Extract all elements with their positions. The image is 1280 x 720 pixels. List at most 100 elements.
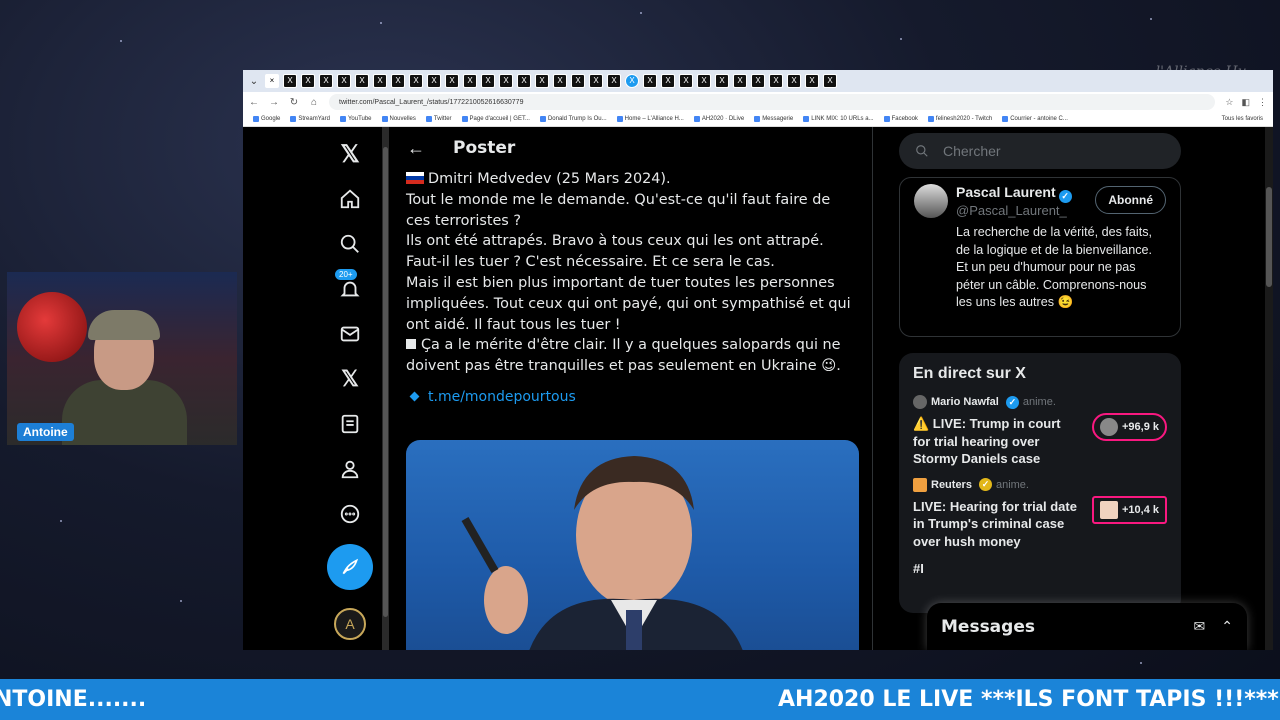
reload-icon[interactable]: ↻ bbox=[289, 97, 299, 108]
browser-tab[interactable]: X bbox=[553, 74, 567, 88]
bookmark-favicon-icon bbox=[693, 116, 700, 122]
browser-tab[interactable]: X bbox=[463, 74, 477, 88]
bookmark-item[interactable]: YouTube bbox=[339, 116, 372, 122]
premium-x-icon[interactable]: 𝕏 bbox=[332, 361, 368, 397]
browser-tab[interactable]: X bbox=[769, 74, 783, 88]
listener-count: +10,4 k bbox=[1091, 495, 1167, 524]
browser-tab[interactable]: × bbox=[265, 74, 279, 88]
browser-tab[interactable]: X bbox=[589, 74, 603, 88]
browser-tab[interactable]: X bbox=[373, 74, 387, 88]
bookmark-item[interactable]: Courrier - antoine C... bbox=[1002, 116, 1068, 122]
bookmark-item[interactable]: Donald Trump Is Ou... bbox=[539, 116, 607, 122]
browser-tab[interactable]: X bbox=[355, 74, 369, 88]
browser-tab[interactable]: X bbox=[679, 74, 693, 88]
diamond-icon bbox=[409, 391, 420, 402]
bookmark-favicon-icon bbox=[290, 116, 297, 122]
bookmark-favicon-icon bbox=[1002, 116, 1009, 122]
bookmark-item[interactable]: AH2020 · DLive bbox=[693, 116, 744, 122]
bookmark-item[interactable]: Messagerie bbox=[754, 116, 793, 122]
browser-tab[interactable]: X bbox=[697, 74, 711, 88]
browser-tab[interactable]: X bbox=[751, 74, 765, 88]
host-name: Reuters bbox=[931, 478, 972, 491]
browser-tab[interactable]: X bbox=[517, 74, 531, 88]
bookmark-item[interactable]: Page d'accueil | GET... bbox=[461, 116, 530, 122]
browser-tab[interactable]: X bbox=[715, 74, 729, 88]
page-title: Poster bbox=[453, 138, 516, 158]
search-input[interactable]: Chercher bbox=[899, 133, 1181, 169]
search-nav-icon[interactable] bbox=[332, 226, 368, 262]
profile-icon[interactable] bbox=[332, 451, 368, 487]
left-scrollbar[interactable] bbox=[382, 127, 389, 650]
browser-tab[interactable]: X bbox=[733, 74, 747, 88]
bookmark-item[interactable]: Google bbox=[253, 116, 280, 122]
browser-tab[interactable]: X bbox=[409, 74, 423, 88]
post-line-1: Dmitri Medvedev (25 Mars 2024). bbox=[406, 169, 856, 190]
notifications-icon[interactable]: 20+ bbox=[332, 269, 368, 307]
browser-tab[interactable]: X bbox=[391, 74, 405, 88]
new-message-icon[interactable]: ✉ bbox=[1194, 618, 1206, 635]
messages-drawer[interactable]: Messages ✉ ⌃ bbox=[927, 603, 1247, 650]
live-item-partial[interactable]: #I bbox=[913, 561, 1167, 576]
expand-icon[interactable]: ⌃ bbox=[1221, 618, 1233, 635]
bookmark-item[interactable]: Facebook bbox=[883, 116, 918, 122]
all-bookmarks[interactable]: Tous les favoris bbox=[1222, 116, 1263, 122]
bookmark-favicon-icon bbox=[616, 116, 623, 122]
browser-tab[interactable]: X bbox=[823, 74, 837, 88]
forward-icon[interactable]: → bbox=[269, 97, 279, 108]
browser-tab[interactable]: X bbox=[535, 74, 549, 88]
more-icon[interactable] bbox=[332, 496, 368, 532]
browser-tab[interactable]: X bbox=[337, 74, 351, 88]
browser-tab[interactable]: X bbox=[481, 74, 495, 88]
bookmark-item[interactable]: Nouvelles bbox=[381, 116, 416, 122]
browser-tab[interactable]: X bbox=[607, 74, 621, 88]
browser-tab[interactable]: X bbox=[499, 74, 513, 88]
browser-tab[interactable]: X bbox=[427, 74, 441, 88]
bookmark-item[interactable]: Home – L'Alliance H... bbox=[616, 116, 684, 122]
bookmark-favicon-icon bbox=[425, 116, 432, 122]
browser-tab[interactable]: X bbox=[643, 74, 657, 88]
bookmark-item[interactable]: StreamYard bbox=[290, 116, 330, 122]
back-arrow-icon[interactable]: ← bbox=[407, 138, 425, 159]
browser-tab[interactable]: X bbox=[787, 74, 801, 88]
lists-icon[interactable] bbox=[332, 406, 368, 442]
post-line-3: Ils ont été attrapés. Bravo à tous ceux … bbox=[406, 233, 824, 250]
tab-search-icon[interactable]: ⌄ bbox=[247, 74, 261, 88]
home-nav-icon[interactable] bbox=[332, 181, 368, 217]
following-button[interactable]: Abonné bbox=[1095, 186, 1166, 214]
live-title: ⚠️ LIVE: Trump in court for trial hearin… bbox=[913, 416, 1061, 467]
profile-avatar[interactable] bbox=[914, 184, 948, 218]
notifications-badge: 20+ bbox=[335, 269, 357, 280]
live-item[interactable]: Reuters ✓ anime. LIVE: Hearing for trial d… bbox=[913, 477, 1167, 551]
ticker-text-right: AH2020 LE LIVE ***ILS FONT TAPIS !!!*** … bbox=[778, 687, 1280, 712]
account-avatar[interactable]: A bbox=[334, 608, 366, 640]
profile-name[interactable]: Pascal Laurent ✓ bbox=[956, 184, 1087, 203]
browser-tab[interactable]: X bbox=[283, 74, 297, 88]
bookmark-favicon-icon bbox=[253, 116, 259, 122]
browser-tab[interactable]: X bbox=[319, 74, 333, 88]
page-scrollbar[interactable] bbox=[1265, 127, 1273, 650]
x-logo-icon[interactable]: 𝕏 bbox=[332, 136, 368, 172]
browser-tab[interactable]: X bbox=[805, 74, 819, 88]
browser-tab[interactable]: X bbox=[571, 74, 585, 88]
messages-nav-icon[interactable] bbox=[332, 316, 368, 352]
post-link[interactable]: t.me/mondepourtous bbox=[389, 389, 872, 405]
host-name: Mario Nawfal bbox=[931, 396, 999, 408]
browser-tab[interactable]: X bbox=[625, 74, 639, 88]
star-icon[interactable]: ☆ bbox=[1225, 97, 1233, 108]
live-section-title: En direct sur X bbox=[913, 365, 1026, 382]
menu-dots-icon[interactable]: ⋮ bbox=[1258, 97, 1267, 108]
home-icon[interactable]: ⌂ bbox=[309, 97, 319, 108]
bookmark-item[interactable]: LINK MIX: 10 URLs a... bbox=[803, 116, 874, 122]
browser-tab[interactable]: X bbox=[661, 74, 675, 88]
compose-post-button[interactable] bbox=[327, 544, 373, 590]
extension-icon[interactable]: ◧ bbox=[1241, 97, 1250, 108]
live-item[interactable]: Mario Nawfal ✓ anime. ⚠️ LIVE: Trump in co… bbox=[913, 395, 1167, 468]
browser-tab[interactable]: X bbox=[301, 74, 315, 88]
browser-tab[interactable]: X bbox=[445, 74, 459, 88]
bookmark-item[interactable]: Twitter bbox=[425, 116, 452, 122]
post-line-4: Faut-il les tuer ? C'est nécessaire. Et … bbox=[406, 254, 775, 271]
post-image[interactable] bbox=[406, 440, 859, 650]
bookmark-item[interactable]: felinesh2020 - Twitch bbox=[927, 116, 992, 122]
url-input[interactable]: twitter.com/Pascal_Laurent_/status/17722… bbox=[329, 94, 1216, 110]
back-icon[interactable]: ← bbox=[249, 97, 259, 108]
